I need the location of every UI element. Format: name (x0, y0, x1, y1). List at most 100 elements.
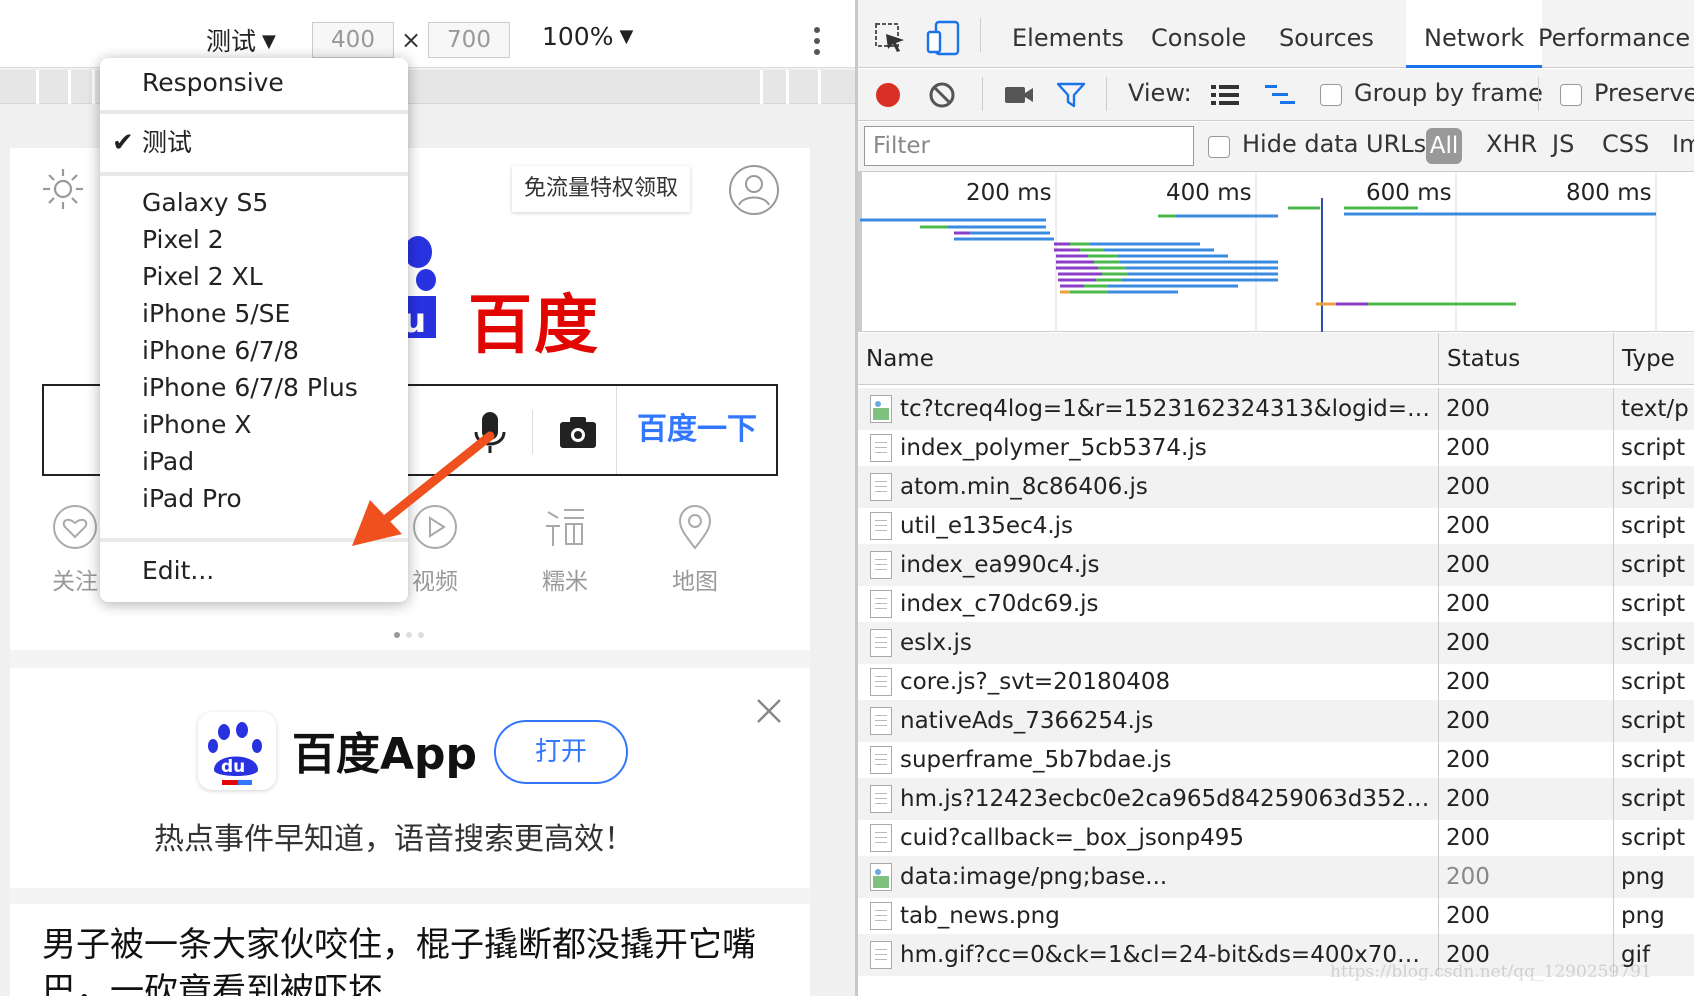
menu-item-selected-device[interactable]: ✔ 测试 (100, 124, 408, 162)
baidu-app-icon: du (198, 712, 276, 790)
annotation-arrow-icon (352, 431, 495, 546)
device-select[interactable]: 测试 ▼ (206, 22, 276, 58)
hide-data-urls-checkbox[interactable] (1208, 136, 1230, 158)
request-table-header: Name Status Type (858, 333, 1694, 385)
request-row[interactable]: superframe_5b7bdae.js 200 script (858, 739, 1694, 781)
group-by-frame-label: Group by frame (1354, 79, 1543, 107)
group-by-frame-checkbox[interactable] (1320, 84, 1342, 106)
request-name: index_ea990c4.js (900, 552, 1100, 578)
device-toolbar-toggle-icon[interactable] (926, 20, 960, 56)
menu-item-edit[interactable]: Edit... (100, 552, 408, 590)
inspect-element-icon[interactable] (874, 22, 906, 54)
close-icon[interactable] (754, 696, 784, 726)
request-row[interactable]: index_polymer_5cb5374.js 200 script (858, 427, 1694, 469)
request-name: hm.js?12423ecbc0e2ca965d84259063d35238 (900, 786, 1434, 812)
search-separator (616, 386, 617, 474)
request-type: png (1621, 864, 1665, 890)
user-avatar-icon[interactable] (728, 164, 780, 216)
menu-item-responsive[interactable]: Responsive (100, 64, 408, 102)
filter-input[interactable]: Filter (864, 126, 1194, 166)
request-row[interactable]: index_c70dc69.js 200 script (858, 583, 1694, 625)
tab-sources[interactable]: Sources (1279, 0, 1374, 68)
request-type: png (1621, 903, 1665, 929)
menu-item-device[interactable]: Pixel 2 (100, 221, 408, 259)
free-data-tip[interactable]: 免流量特权领取 (512, 166, 691, 212)
tab-performance[interactable]: Performance (1538, 0, 1690, 68)
request-name: tab_news.png (900, 903, 1060, 929)
open-app-button[interactable]: 打开 (494, 720, 628, 784)
search-button[interactable]: 百度一下 (618, 386, 776, 474)
request-row[interactable]: core.js?_svt=20180408 200 script (858, 661, 1694, 703)
svg-text:du: du (221, 757, 245, 777)
request-status: 200 (1446, 786, 1490, 812)
request-name: nativeAds_7366254.js (900, 708, 1154, 734)
overview-tick-label: 400 ms (1166, 180, 1252, 206)
menu-item-device[interactable]: iPhone 6/7/8 Plus (100, 369, 408, 407)
baidu-logo: u 百度 (400, 234, 630, 364)
request-status: 200 (1446, 669, 1490, 695)
request-row[interactable]: tc?tcreq4log=1&r=1523162324313&logid=232… (858, 388, 1694, 430)
list-view-icon[interactable] (1210, 83, 1240, 107)
preserve-log-label: Preserve (1594, 79, 1694, 107)
tab-console[interactable]: Console (1151, 0, 1246, 68)
toolbar-separator (982, 77, 983, 111)
request-status: 200 (1446, 513, 1490, 539)
width-input[interactable]: 400 (312, 22, 394, 58)
menu-item-device[interactable]: iPhone 5/SE (100, 295, 408, 333)
preserve-log-checkbox[interactable] (1560, 84, 1582, 106)
request-row[interactable]: cuid?callback=_box_jsonp495 200 script (858, 817, 1694, 859)
request-type: script (1621, 474, 1686, 500)
type-filter-xhr[interactable]: XHR (1486, 130, 1537, 158)
request-row[interactable]: atom.min_8c86406.js 200 script (858, 466, 1694, 508)
waterfall-view-icon[interactable] (1264, 83, 1296, 107)
clear-icon[interactable] (928, 81, 956, 109)
column-header-name[interactable]: Name (858, 333, 1438, 385)
record-icon[interactable] (874, 81, 902, 109)
hide-data-urls-label: Hide data URLs (1242, 130, 1427, 158)
devtools-tab-bar: Elements Console Sources Network Perform… (858, 0, 1694, 68)
type-filter-js[interactable]: JS (1552, 130, 1574, 158)
nav-item-label: 地图 (672, 569, 718, 595)
zoom-select[interactable]: 100% ▼ (542, 22, 633, 51)
map-pin-icon (678, 505, 712, 550)
request-type: script (1621, 786, 1686, 812)
type-filter-css[interactable]: CSS (1602, 130, 1649, 158)
request-row[interactable]: data:image/png;base... 200 png (858, 856, 1694, 898)
device-emulation-pane: 测试 ▼ 400 × 700 100% ▼ 免流量特权领取 u 百度 百度一下 … (0, 0, 855, 996)
network-overview-timeline[interactable]: 200 ms 400 ms 600 ms 800 ms (858, 172, 1694, 332)
nav-item-nuomi[interactable]: 糯米 (520, 504, 610, 604)
column-header-status[interactable]: Status (1438, 333, 1613, 385)
tab-elements[interactable]: Elements (1012, 0, 1124, 68)
nav-item-map[interactable]: 地图 (650, 504, 740, 604)
news-headline[interactable]: 男子被一条大家伙咬住，棍子撬断都没撬开它嘴巴，一砍竟看到被吓坏 (42, 922, 782, 996)
menu-item-device[interactable]: Galaxy S5 (100, 184, 408, 222)
column-header-type[interactable]: Type (1613, 333, 1694, 385)
file-icon (870, 902, 892, 930)
height-input[interactable]: 700 (428, 22, 510, 58)
nav-item-label: 糯米 (542, 569, 588, 595)
file-icon (870, 551, 892, 579)
request-row[interactable]: eslx.js 200 script (858, 622, 1694, 664)
filter-icon[interactable] (1056, 81, 1086, 109)
type-filter-img[interactable]: Im (1672, 130, 1694, 158)
menu-item-device[interactable]: iPhone 6/7/8 (100, 332, 408, 370)
video-camera-icon[interactable] (1004, 83, 1034, 107)
request-name: index_polymer_5cb5374.js (900, 435, 1207, 461)
tab-network[interactable]: Network (1406, 0, 1543, 68)
request-status: 200 (1446, 864, 1490, 890)
type-filter-all[interactable]: All (1426, 128, 1462, 164)
request-row[interactable]: util_e135ec4.js 200 script (858, 505, 1694, 547)
more-options-icon[interactable] (806, 24, 828, 58)
request-row[interactable]: nativeAds_7366254.js 200 script (858, 700, 1694, 742)
request-row[interactable]: index_ea990c4.js 200 script (858, 544, 1694, 586)
toolbar-separator (980, 18, 981, 52)
file-icon (870, 668, 892, 696)
app-download-banner: du 百度App 打开 热点事件早知道，语音搜索更高效！ (10, 668, 810, 888)
request-row[interactable]: hm.js?12423ecbc0e2ca965d84259063d35238 20… (858, 778, 1694, 820)
heart-icon (53, 505, 97, 549)
menu-separator (100, 110, 408, 114)
menu-item-device[interactable]: Pixel 2 XL (100, 258, 408, 296)
request-row[interactable]: tab_news.png 200 png (858, 895, 1694, 937)
settings-icon[interactable] (40, 166, 86, 212)
camera-icon[interactable] (558, 412, 598, 452)
